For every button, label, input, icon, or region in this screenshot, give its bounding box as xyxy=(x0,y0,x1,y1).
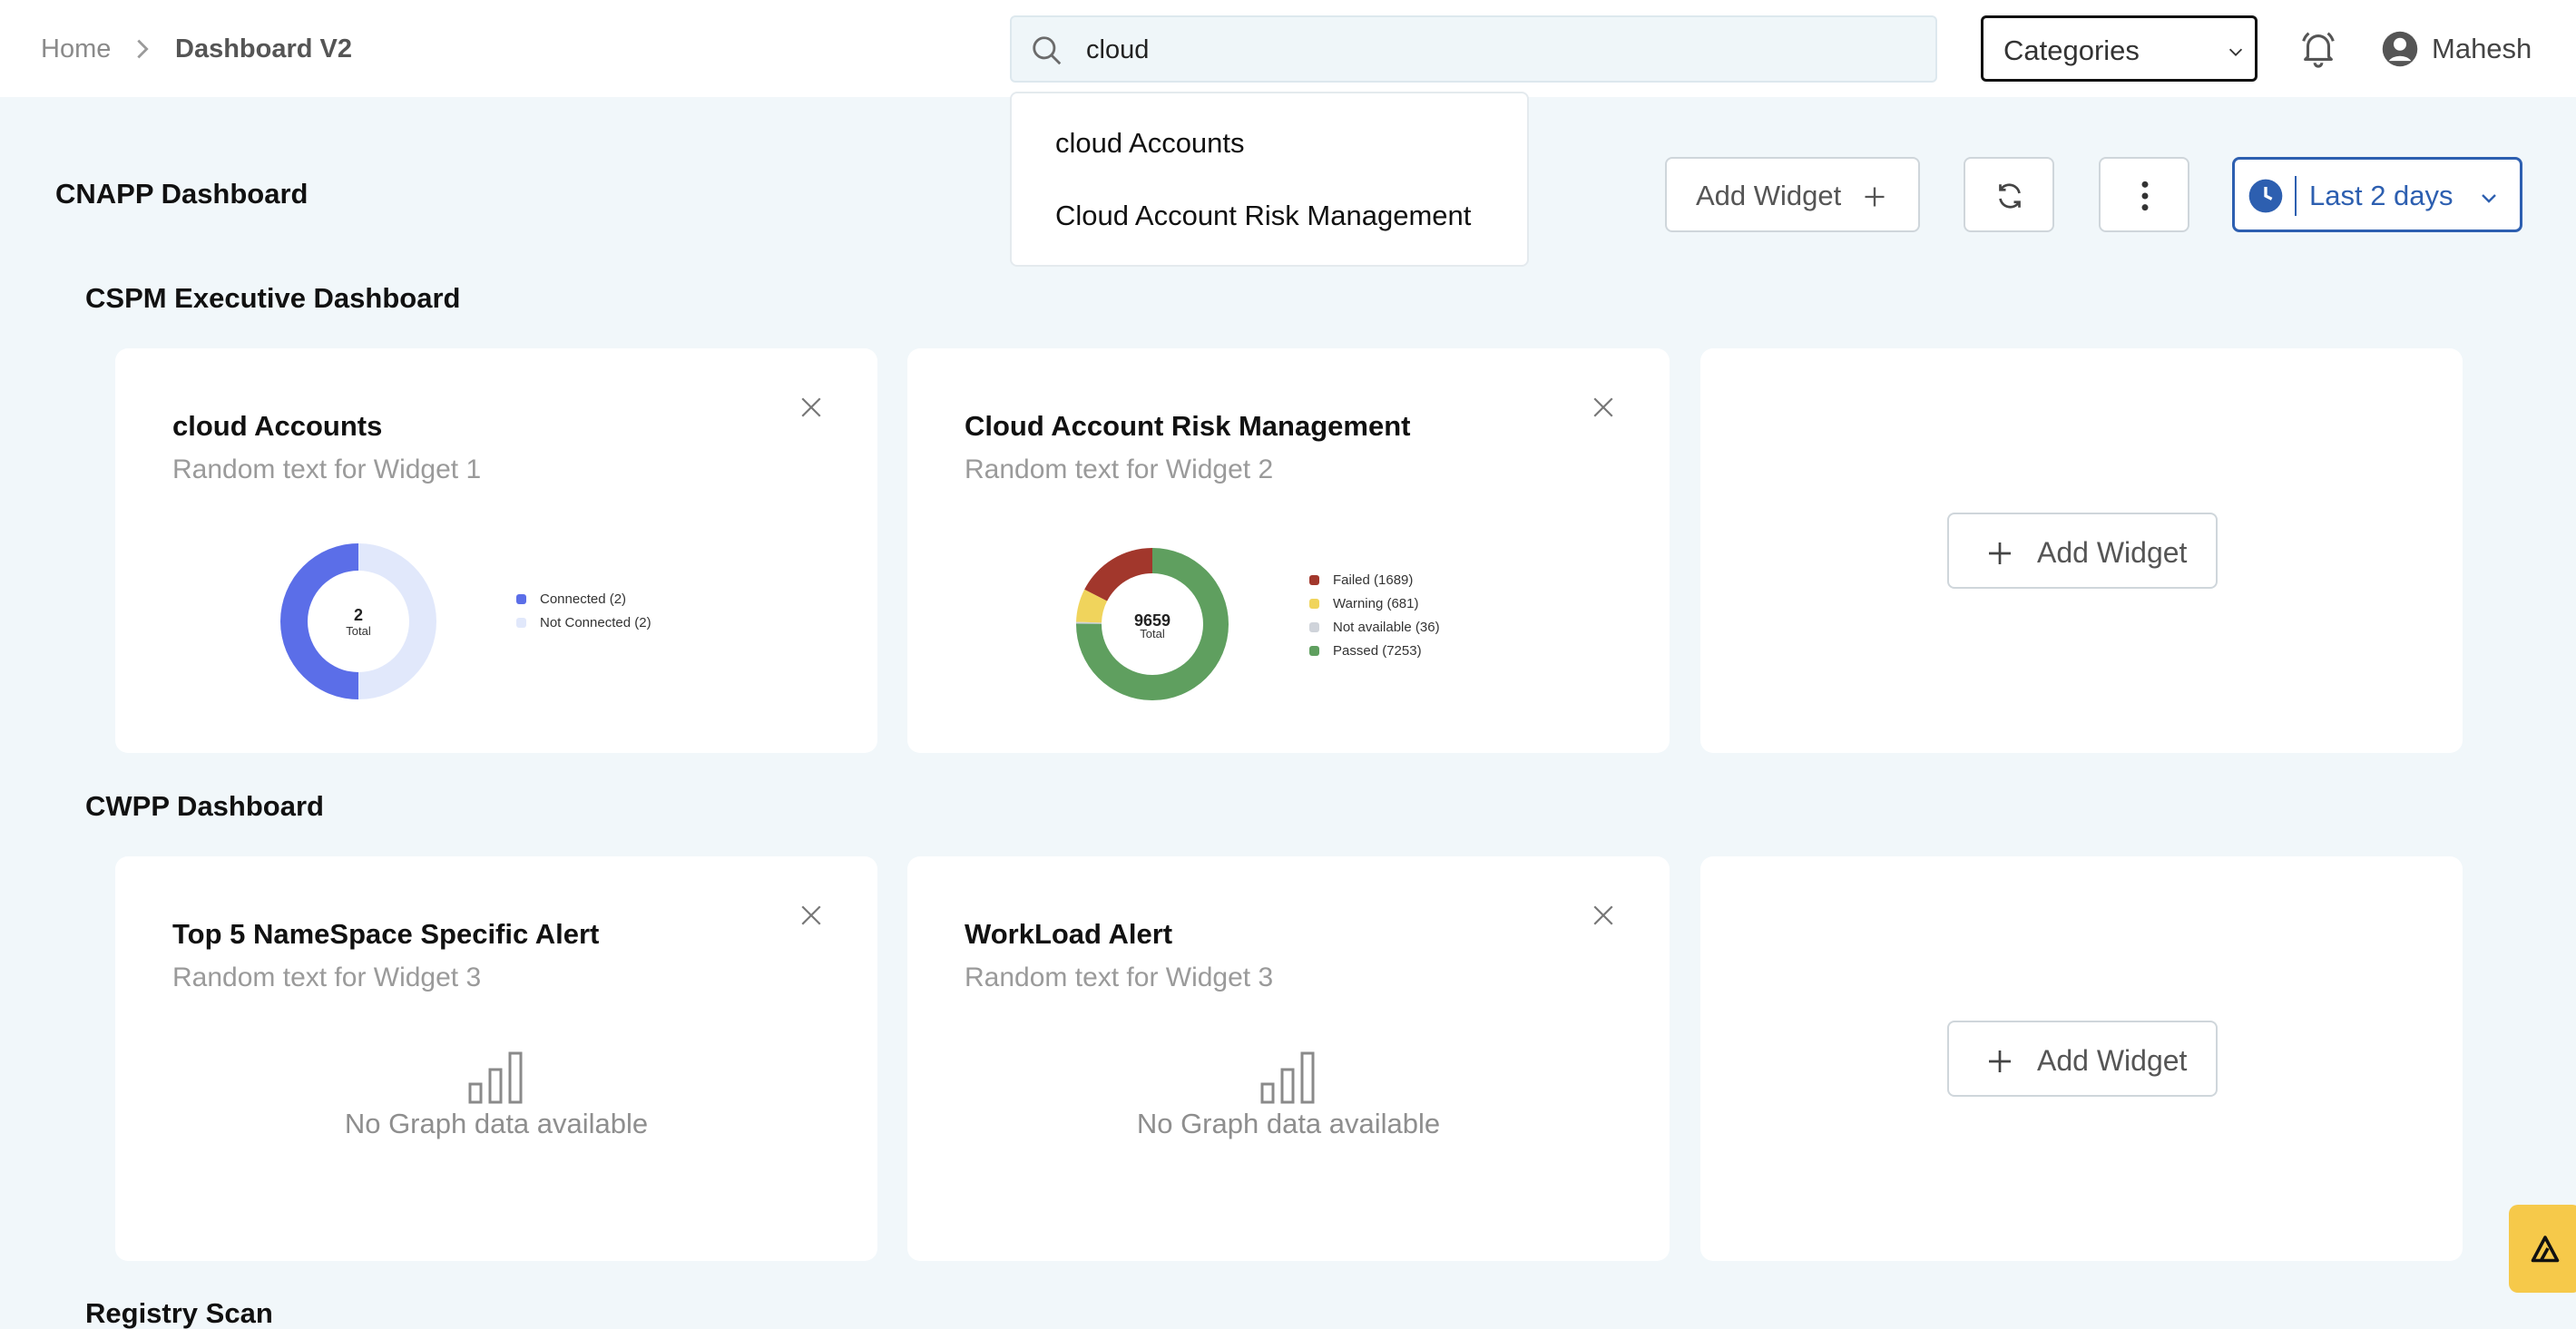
widget-title: cloud Accounts xyxy=(172,410,383,442)
close-icon[interactable] xyxy=(1592,396,1615,419)
clock-icon xyxy=(2248,179,2283,213)
legend-label: Connected (2) xyxy=(540,591,627,607)
empty-state: No Graph data available xyxy=(907,1050,1670,1140)
time-range-label: Last 2 days xyxy=(2309,180,2454,211)
bell-icon[interactable] xyxy=(2297,27,2339,69)
add-widget-button[interactable]: Add Widget xyxy=(1947,513,2218,589)
donut-slice xyxy=(1084,548,1152,601)
section-title: CSPM Executive Dashboard xyxy=(85,282,461,314)
divider xyxy=(2295,176,2297,216)
legend-label: Not Connected (2) xyxy=(540,615,651,630)
plus-icon xyxy=(1865,187,1885,207)
refresh-button[interactable] xyxy=(1964,157,2054,232)
section-title: CWPP Dashboard xyxy=(85,790,324,822)
add-widget-button[interactable]: Add Widget xyxy=(1665,157,1920,232)
suggestion-item[interactable]: Cloud Account Risk Management xyxy=(1055,200,1471,232)
more-vertical-icon xyxy=(2141,181,2149,211)
user-circle-icon xyxy=(2382,31,2418,67)
section-title: Registry Scan xyxy=(85,1297,273,1329)
legend-swatch xyxy=(1309,599,1319,609)
donut-chart: 9659 Total xyxy=(1075,547,1229,701)
breadcrumb-home[interactable]: Home xyxy=(41,34,111,64)
widget-card: Cloud Account Risk Management Random tex… xyxy=(907,348,1670,753)
close-icon[interactable] xyxy=(799,396,823,419)
more-options-button[interactable] xyxy=(2099,157,2189,232)
donut-total-label: Total xyxy=(346,624,371,638)
widget-subtitle: Random text for Widget 2 xyxy=(965,454,1274,484)
legend-swatch xyxy=(1309,575,1319,585)
donut-chart-svg: 9659 Total xyxy=(1076,548,1229,700)
donut-chart: 2 Total xyxy=(279,542,438,701)
legend-swatch xyxy=(1309,622,1319,632)
bar-chart-icon xyxy=(468,1051,523,1104)
helper-widget-button[interactable] xyxy=(2509,1205,2576,1293)
widget-card: Top 5 NameSpace Specific Alert Random te… xyxy=(115,856,877,1261)
user-name: Mahesh xyxy=(2432,33,2532,64)
add-widget-label: Add Widget xyxy=(2037,536,2188,569)
legend-swatch xyxy=(1309,646,1319,656)
widget-subtitle: Random text for Widget 3 xyxy=(172,963,482,992)
widget-subtitle: Random text for Widget 1 xyxy=(172,454,482,484)
add-widget-button[interactable]: Add Widget xyxy=(1947,1021,2218,1097)
donut-total-label: Total xyxy=(1140,627,1165,640)
add-widget-card: Add Widget xyxy=(1700,348,2463,753)
empty-state: No Graph data available xyxy=(115,1050,877,1140)
page-title: CNAPP Dashboard xyxy=(55,178,309,210)
legend-label: Warning (681) xyxy=(1333,596,1419,611)
search-icon xyxy=(1033,36,1062,65)
add-widget-label: Add Widget xyxy=(2037,1044,2188,1077)
search-suggestions: cloud Accounts Cloud Account Risk Manage… xyxy=(1010,92,1529,267)
donut-slice xyxy=(280,543,358,699)
empty-state-text: No Graph data available xyxy=(344,1108,649,1139)
categories-label: Categories xyxy=(2003,34,2140,66)
widget-card: WorkLoad Alert Random text for Widget 3 … xyxy=(907,856,1670,1261)
search-input[interactable]: cloud xyxy=(1010,15,1937,83)
legend-label: Not available (36) xyxy=(1333,620,1440,635)
empty-state-text: No Graph data available xyxy=(1136,1108,1441,1139)
add-widget-label: Add Widget xyxy=(1696,180,1842,211)
add-widget-card: Add Widget xyxy=(1700,856,2463,1261)
logo-icon xyxy=(2531,1236,2560,1263)
user-menu[interactable]: Mahesh xyxy=(2381,26,2532,72)
search-value[interactable]: cloud xyxy=(1086,35,1149,65)
chevron-right-icon xyxy=(137,39,149,59)
donut-total: 2 xyxy=(354,606,363,624)
widget-subtitle: Random text for Widget 3 xyxy=(965,963,1274,992)
top-bar: Home Dashboard V2 cloud Categories Mahes… xyxy=(0,0,2576,97)
widget-title: WorkLoad Alert xyxy=(965,918,1173,950)
plus-icon xyxy=(1989,1050,2011,1072)
breadcrumb-current: Dashboard V2 xyxy=(175,34,352,64)
bar-chart-icon xyxy=(1260,1051,1315,1104)
time-range-select[interactable]: Last 2 days xyxy=(2232,157,2522,232)
legend-label: Passed (7253) xyxy=(1333,643,1422,659)
widget-title: Cloud Account Risk Management xyxy=(965,410,1411,442)
suggestion-item[interactable]: cloud Accounts xyxy=(1055,127,1245,160)
plus-icon xyxy=(1989,542,2011,564)
close-icon[interactable] xyxy=(1592,904,1615,927)
donut-chart-svg: 2 Total xyxy=(280,543,436,699)
chevron-down-icon xyxy=(2482,194,2496,203)
chevron-down-icon xyxy=(2228,48,2243,56)
widget-title: Top 5 NameSpace Specific Alert xyxy=(172,918,600,950)
donut-slice xyxy=(358,543,436,699)
close-icon[interactable] xyxy=(799,904,823,927)
legend-swatch xyxy=(516,618,526,628)
refresh-icon xyxy=(1999,183,2021,209)
legend-label: Failed (1689) xyxy=(1333,572,1414,588)
widget-card: cloud Accounts Random text for Widget 1 … xyxy=(115,348,877,753)
legend-swatch xyxy=(516,594,526,604)
categories-select[interactable]: Categories xyxy=(1981,15,2258,82)
